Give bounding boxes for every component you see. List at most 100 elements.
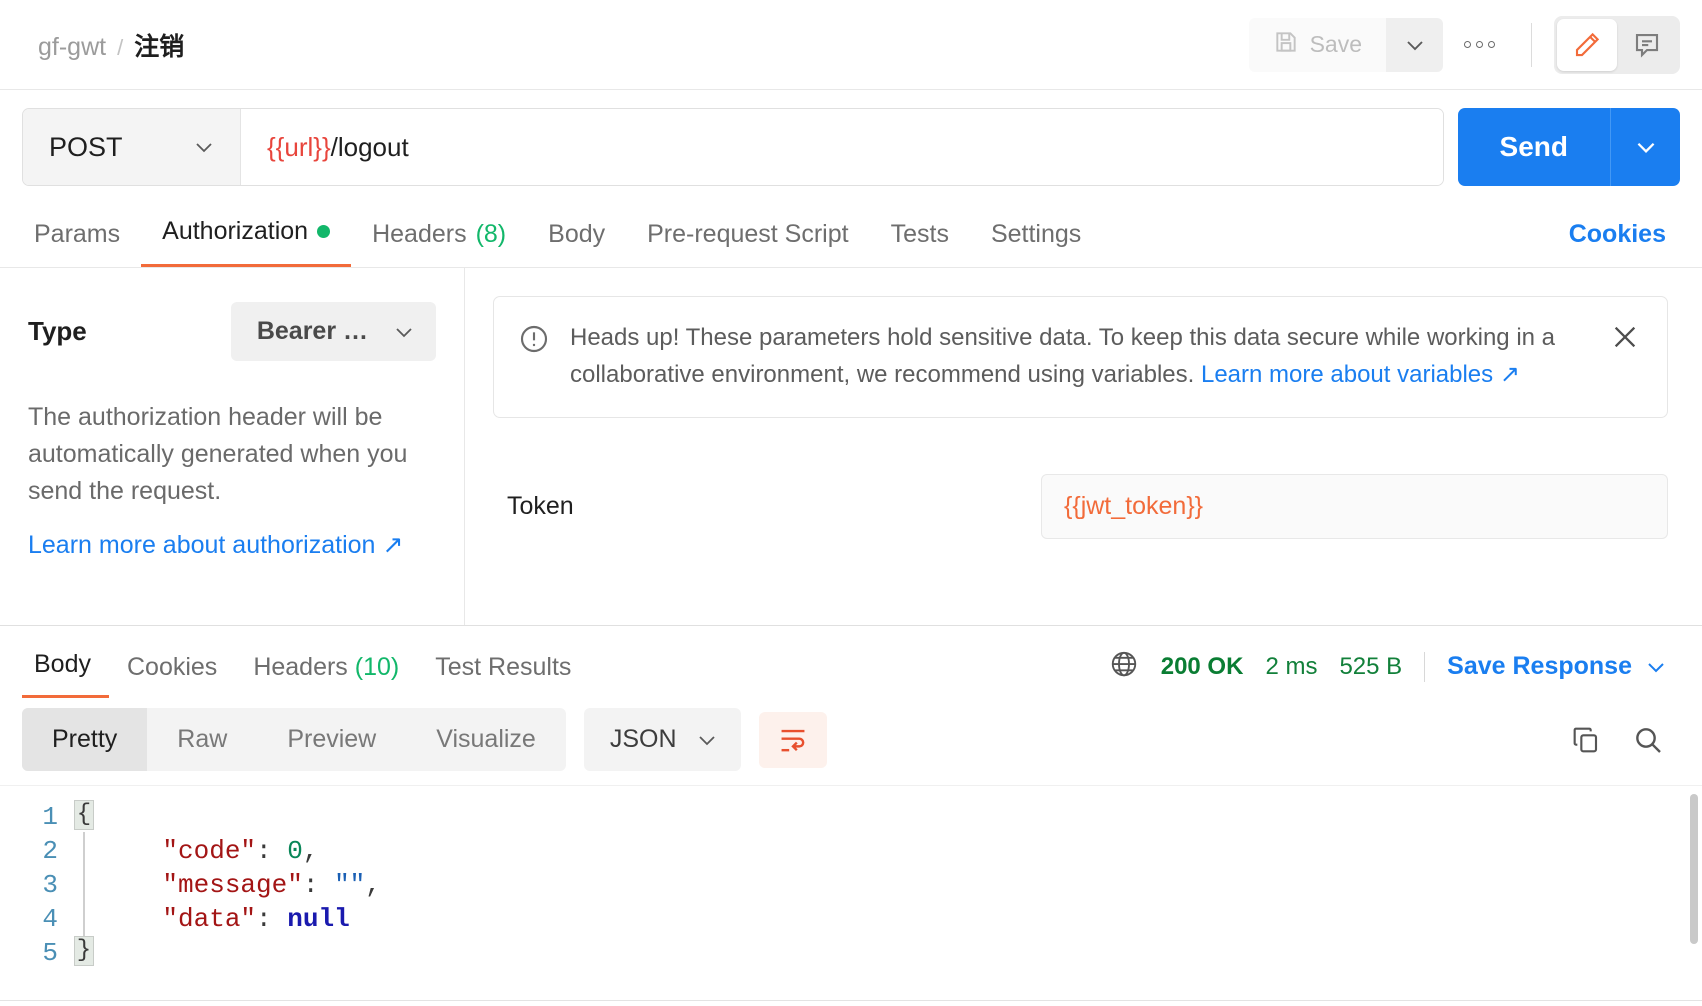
tab-label: Body: [34, 650, 91, 678]
wrap-lines-button[interactable]: [758, 711, 827, 768]
alert-text-block: Heads up! These parameters hold sensitiv…: [570, 319, 1585, 393]
tab-label: Test Results: [435, 653, 572, 681]
ellipsis-icon: [1487, 41, 1495, 48]
view-pretty-button[interactable]: Pretty: [22, 708, 148, 771]
save-response-button[interactable]: Save Response: [1447, 652, 1668, 681]
line-number: 2: [42, 836, 58, 866]
more-options-button[interactable]: [1449, 18, 1509, 72]
tab-tests[interactable]: Tests: [870, 220, 970, 267]
close-icon[interactable]: [1605, 319, 1645, 360]
auth-description: The authorization header will be automat…: [28, 403, 408, 505]
response-tab-test-results[interactable]: Test Results: [417, 653, 589, 698]
comment-icon: [1635, 33, 1659, 58]
tab-label: Params: [34, 220, 121, 248]
search-button[interactable]: [1632, 724, 1664, 756]
exclamation-circle-icon: [518, 323, 550, 360]
fold-guide-line: [83, 832, 85, 940]
variables-learn-more-link[interactable]: Learn more about variables: [1201, 361, 1493, 388]
response-headers-count-badge: (10): [354, 653, 400, 681]
breadcrumb-current: 注销: [134, 32, 185, 61]
response-meta: 200 OK 2 ms 525 B Save Response: [1109, 649, 1680, 698]
meta-divider: [1424, 651, 1426, 682]
chevron-down-icon: [396, 327, 412, 337]
save-dropdown-button[interactable]: [1386, 17, 1443, 72]
auth-learn-more-label: Learn more about authorization: [28, 530, 376, 559]
line-number: 4: [42, 904, 58, 934]
response-tab-body[interactable]: Body: [22, 650, 109, 698]
send-dropdown-button[interactable]: [1610, 108, 1680, 186]
chevron-down-icon: [196, 143, 212, 153]
code-line: "data": null: [162, 904, 350, 934]
token-row: Token {{jwt_token}}: [493, 474, 1668, 540]
auth-type-label: Type: [28, 316, 87, 346]
line-number: 1: [42, 802, 58, 832]
floppy-disk-icon: [1273, 29, 1299, 61]
code-vertical-scrollbar[interactable]: [1690, 794, 1698, 944]
response-status: 200 OK: [1160, 652, 1244, 680]
response-language-value: JSON: [609, 725, 677, 753]
cookies-link[interactable]: Cookies: [1569, 220, 1680, 267]
response-tab-headers[interactable]: Headers (10): [235, 653, 417, 698]
tab-params[interactable]: Params: [22, 220, 141, 267]
tab-label: Pre-request Script: [647, 220, 849, 248]
window-header: gf-gwt / 注销 Save: [0, 0, 1702, 90]
send-button[interactable]: Send: [1457, 108, 1610, 186]
external-link-arrow-icon: ↗: [382, 531, 404, 559]
http-method-label: POST: [49, 131, 123, 162]
tab-label: Cookies: [126, 653, 218, 681]
token-input[interactable]: {{jwt_token}}: [1041, 474, 1668, 540]
edit-mode-button[interactable]: [1557, 18, 1617, 71]
fold-marker-close[interactable]: }: [74, 936, 94, 966]
headers-count-badge: (8): [475, 220, 507, 248]
tab-label: Headers: [372, 220, 467, 248]
auth-type-select[interactable]: Bearer …: [230, 302, 436, 361]
fold-marker-open[interactable]: {: [74, 800, 94, 830]
http-method-select[interactable]: POST: [23, 109, 241, 185]
authorization-right-column: Heads up! These parameters hold sensitiv…: [465, 268, 1702, 625]
wrap-lines-icon: [781, 729, 804, 751]
bottom-divider: [0, 1000, 1702, 1006]
copy-icon: [1573, 727, 1598, 752]
url-input-group: POST {{url}}/logout: [22, 108, 1444, 186]
code-fold-column[interactable]: { }: [74, 800, 100, 970]
code-editor: 1 2 3 4 5 { } "code": 0, "message": "", …: [0, 786, 1702, 970]
line-number: 3: [42, 870, 58, 900]
tab-label: Tests: [890, 220, 949, 248]
globe-icon[interactable]: [1109, 649, 1139, 684]
response-body-viewer[interactable]: 1 2 3 4 5 { } "code": 0, "message": "", …: [0, 785, 1702, 1000]
auth-learn-more-link[interactable]: Learn more about authorization ↗: [28, 530, 403, 560]
code-content: "code": 0, "message": "", "data": null: [100, 800, 1702, 970]
tab-settings[interactable]: Settings: [970, 220, 1102, 267]
auth-type-row: Type Bearer …: [28, 302, 436, 361]
auth-type-value: Bearer …: [256, 317, 368, 345]
response-format-bar: Pretty Raw Preview Visualize JSON: [0, 698, 1702, 785]
response-tab-cookies[interactable]: Cookies: [109, 653, 235, 698]
url-input[interactable]: {{url}}/logout: [241, 109, 1443, 185]
response-language-select[interactable]: JSON: [583, 708, 741, 771]
comment-button[interactable]: [1617, 19, 1677, 71]
view-mode-toggle-group: [1554, 15, 1680, 74]
authorization-left-column: Type Bearer … The authorization header w…: [0, 268, 465, 625]
breadcrumb: gf-gwt / 注销: [38, 27, 184, 63]
tab-label: Headers: [253, 653, 348, 681]
breadcrumb-collection[interactable]: gf-gwt: [38, 33, 106, 62]
header-divider: [1531, 22, 1532, 67]
response-time: 2 ms: [1265, 652, 1318, 680]
response-tabs: Body Cookies Headers (10) Test Results 2…: [0, 626, 1702, 698]
tab-label: Authorization: [162, 217, 309, 245]
code-line: "code": 0,: [162, 836, 319, 866]
tab-pre-request-script[interactable]: Pre-request Script: [626, 220, 869, 267]
tab-body[interactable]: Body: [527, 220, 626, 267]
view-raw-button[interactable]: Raw: [147, 708, 257, 771]
view-visualize-button[interactable]: Visualize: [406, 708, 566, 771]
tab-headers[interactable]: Headers (8): [351, 220, 527, 267]
pencil-icon: [1575, 32, 1600, 56]
line-number-gutter: 1 2 3 4 5: [0, 800, 74, 970]
tab-authorization[interactable]: Authorization: [141, 217, 352, 267]
save-button[interactable]: Save: [1248, 17, 1386, 72]
url-path-token: /logout: [330, 131, 409, 162]
view-preview-button[interactable]: Preview: [257, 708, 406, 771]
tab-label: Settings: [990, 220, 1082, 248]
copy-button[interactable]: [1570, 724, 1602, 756]
